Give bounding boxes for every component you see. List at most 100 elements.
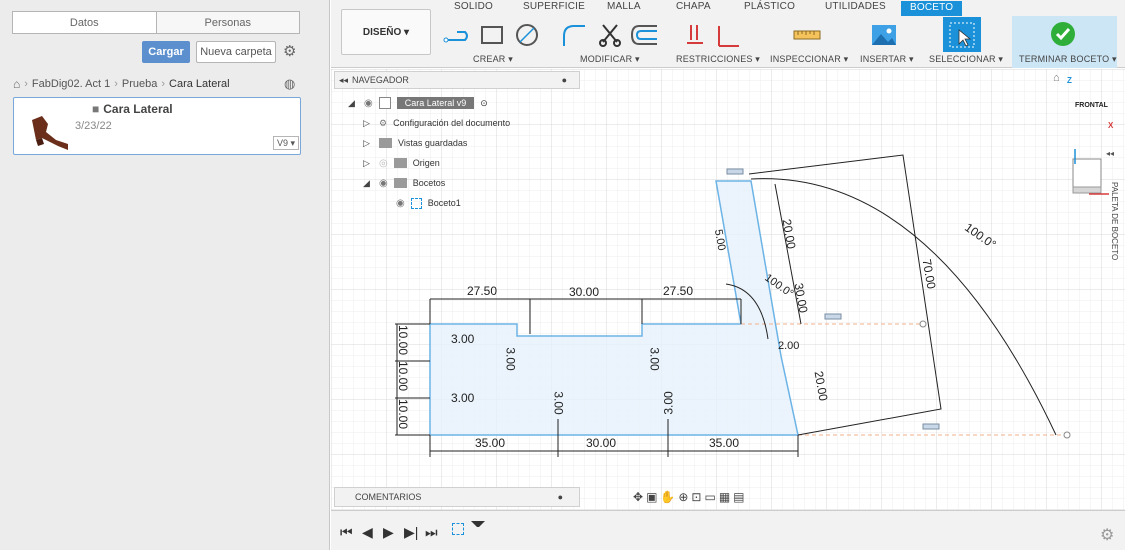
dimension-label[interactable]: 10.00 [396, 399, 410, 429]
viewports-icon[interactable]: ▤ [733, 490, 747, 504]
seleccionar-menu[interactable]: SELECCIONAR ▾ [929, 54, 1003, 65]
dimension-label[interactable]: 27.50 [663, 284, 693, 298]
play-icon[interactable]: ▶ [383, 524, 394, 541]
tab-superficie[interactable]: SUPERFICIE [523, 1, 585, 16]
fix-constraint-icon[interactable] [715, 22, 741, 48]
next-frame-icon[interactable]: ▶| [404, 524, 418, 541]
dimension-label[interactable]: 35.00 [475, 436, 505, 450]
dimension-label[interactable]: 35.00 [709, 436, 739, 450]
first-frame-icon[interactable]: ⏮ [340, 524, 353, 541]
tab-boceto[interactable]: BOCETO [901, 1, 963, 16]
sketch-timeline-icon[interactable] [452, 523, 464, 535]
select-icon[interactable] [949, 22, 975, 48]
rectangle-tool-icon[interactable] [479, 22, 505, 48]
look-at-icon[interactable]: ▣ [646, 490, 660, 504]
dimension-label[interactable]: 30.00 [569, 285, 599, 299]
eye-icon[interactable]: ◉ [396, 198, 405, 209]
caret-right-icon[interactable]: ▷ [363, 118, 373, 129]
nueva-carpeta-button[interactable]: Nueva carpeta [196, 41, 276, 63]
browser-header[interactable]: ◂◂ NAVEGADOR ● [334, 71, 580, 89]
collapse-icon[interactable]: ◂◂ [339, 75, 348, 86]
caret-down-icon[interactable]: ◢ [363, 178, 373, 189]
zoom-icon[interactable]: ⊕ [678, 490, 691, 504]
workspace-dropdown[interactable]: DISEÑO ▾ [341, 9, 431, 55]
dimension-label[interactable]: 3.00 [451, 391, 474, 405]
tab-personas[interactable]: Personas [157, 12, 300, 33]
pan-icon[interactable]: ✋ [660, 490, 678, 504]
orbit-icon[interactable]: ✥ [633, 490, 646, 504]
dimension-label[interactable]: 10.00 [396, 361, 410, 391]
sketch-canvas[interactable]: 27.50 30.00 27.50 35.00 30.00 35.00 10.0… [331, 69, 1125, 510]
cargar-button[interactable]: Cargar [142, 41, 190, 63]
version-dropdown[interactable]: V9 ▾ [273, 136, 299, 150]
dimension-label[interactable]: 30.00 [586, 436, 616, 450]
breadcrumb-item[interactable]: FabDig02. Act 1 [32, 78, 110, 90]
eye-hidden-icon[interactable]: ◎ [379, 158, 388, 169]
home-view-icon[interactable]: ⌂ [1053, 72, 1060, 84]
tab-solido[interactable]: SOLIDO [454, 1, 493, 16]
dimension-label[interactable]: 3.00 [662, 391, 676, 414]
tab-plastico[interactable]: PLÁSTICO [744, 1, 795, 16]
eye-icon[interactable]: ◉ [364, 98, 373, 109]
tree-item[interactable]: ◢ ◉ Bocetos [363, 175, 445, 191]
tree-item[interactable]: ▷ ⚙ Configuración del documento [363, 115, 510, 131]
dimension-label[interactable]: 10.00 [396, 325, 410, 355]
dimension-label[interactable]: 3.00 [504, 347, 518, 370]
crear-menu[interactable]: CREAR ▾ [473, 54, 513, 65]
home-icon[interactable]: ⌂ [13, 77, 20, 91]
tab-datos[interactable]: Datos [13, 12, 157, 33]
caret-down-icon[interactable]: ◢ [348, 98, 358, 109]
tree-label: Origen [412, 158, 440, 168]
tab-utilidades[interactable]: UTILIDADES [825, 1, 886, 16]
check-icon[interactable] [1050, 21, 1076, 47]
terminar-boceto-menu[interactable]: TERMINAR BOCETO ▾ [1019, 54, 1117, 65]
settings-gear-icon[interactable]: ⚙ [1100, 525, 1114, 545]
caret-right-icon[interactable]: ▷ [363, 158, 373, 169]
insert-image-icon[interactable] [871, 22, 897, 48]
tab-malla[interactable]: MALLA [607, 1, 641, 16]
cube-icon: ■ [92, 102, 100, 116]
tab-chapa[interactable]: CHAPA [676, 1, 711, 16]
display-settings-icon[interactable]: ▭ [704, 490, 718, 504]
breadcrumb-item[interactable]: Prueba [122, 78, 157, 90]
file-card[interactable]: ■ Cara Lateral 3/23/22 V9 ▾ [13, 97, 301, 155]
sketch-palette-toggle[interactable]: PALETA DE BOCETO [1103, 161, 1119, 281]
navigation-toolbar[interactable]: ✥▣✋⊕⊡▭▦▤ [633, 490, 748, 504]
gear-icon[interactable]: ⚙ [283, 44, 299, 60]
dimension-label[interactable]: 3.00 [648, 347, 662, 370]
component-icon [378, 97, 391, 109]
dimension-label[interactable]: 3.00 [451, 332, 474, 346]
constraint-icon[interactable] [683, 22, 709, 48]
insertar-menu[interactable]: INSERTAR ▾ [860, 54, 914, 65]
grid-settings-icon[interactable]: ▦ [719, 490, 733, 504]
prev-frame-icon[interactable]: ◀ [362, 524, 373, 541]
modificar-menu[interactable]: MODIFICAR ▾ [580, 54, 640, 65]
comments-panel[interactable]: COMENTARIOS ● [334, 487, 580, 507]
eye-icon[interactable]: ◉ [379, 178, 388, 189]
dimension-label[interactable]: 27.50 [467, 284, 497, 298]
restricciones-menu[interactable]: RESTRICCIONES ▾ [676, 54, 760, 65]
tree-item[interactable]: ▷ ◎ Origen [363, 155, 440, 171]
tree-item[interactable]: ▷ Vistas guardadas [363, 135, 467, 151]
pin-icon[interactable]: ● [562, 75, 567, 85]
globe-icon[interactable]: ◍ [284, 76, 295, 92]
zoom-window-icon[interactable]: ⊡ [691, 490, 704, 504]
collapse-icon[interactable]: ◂◂ [1106, 149, 1114, 158]
activate-icon[interactable]: ⊙ [480, 98, 488, 109]
caret-right-icon[interactable]: ▷ [363, 138, 373, 149]
tree-root[interactable]: ◢ ◉ Cara Lateral v9 ⊙ [348, 95, 488, 111]
tree-item[interactable]: ◉ Boceto1 [396, 195, 461, 211]
inspeccionar-menu[interactable]: INSPECCIONAR ▾ [770, 54, 848, 65]
circle-tool-icon[interactable] [514, 22, 540, 48]
timeline-marker-icon[interactable] [471, 521, 485, 539]
offset-tool-icon[interactable] [629, 22, 659, 48]
dimension-label[interactable]: 3.00 [552, 391, 566, 414]
line-tool-icon[interactable] [443, 22, 471, 48]
trim-tool-icon[interactable] [597, 22, 623, 48]
add-comment-icon[interactable]: ● [558, 492, 563, 502]
measure-icon[interactable] [792, 22, 822, 48]
fillet-tool-icon[interactable] [561, 22, 587, 48]
viewcube-face[interactable]: FRONTAL [1075, 102, 1108, 109]
dimension-label[interactable]: 2.00 [778, 340, 799, 352]
last-frame-icon[interactable]: ⏭ [425, 524, 438, 541]
